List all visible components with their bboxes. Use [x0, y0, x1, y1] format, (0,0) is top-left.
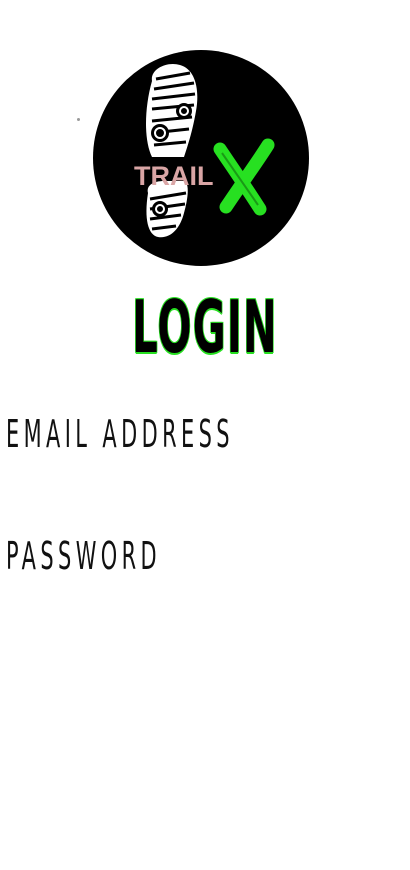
- brand-text: TRAIL: [134, 161, 213, 191]
- logo-svg: TRAIL: [93, 50, 309, 266]
- logo-circle: [93, 50, 309, 266]
- dust-speck: [77, 118, 80, 121]
- password-field[interactable]: [6, 584, 404, 624]
- password-label: PASSWORD: [6, 534, 162, 578]
- trailx-logo: TRAIL: [92, 49, 310, 267]
- email-label: EMAIL ADDRESS: [6, 412, 234, 456]
- email-field[interactable]: [6, 462, 404, 502]
- login-screen: TRAIL LOGIN EMAIL ADDRESS PASSWORD: [0, 0, 410, 870]
- page-title: LOGIN: [132, 285, 278, 369]
